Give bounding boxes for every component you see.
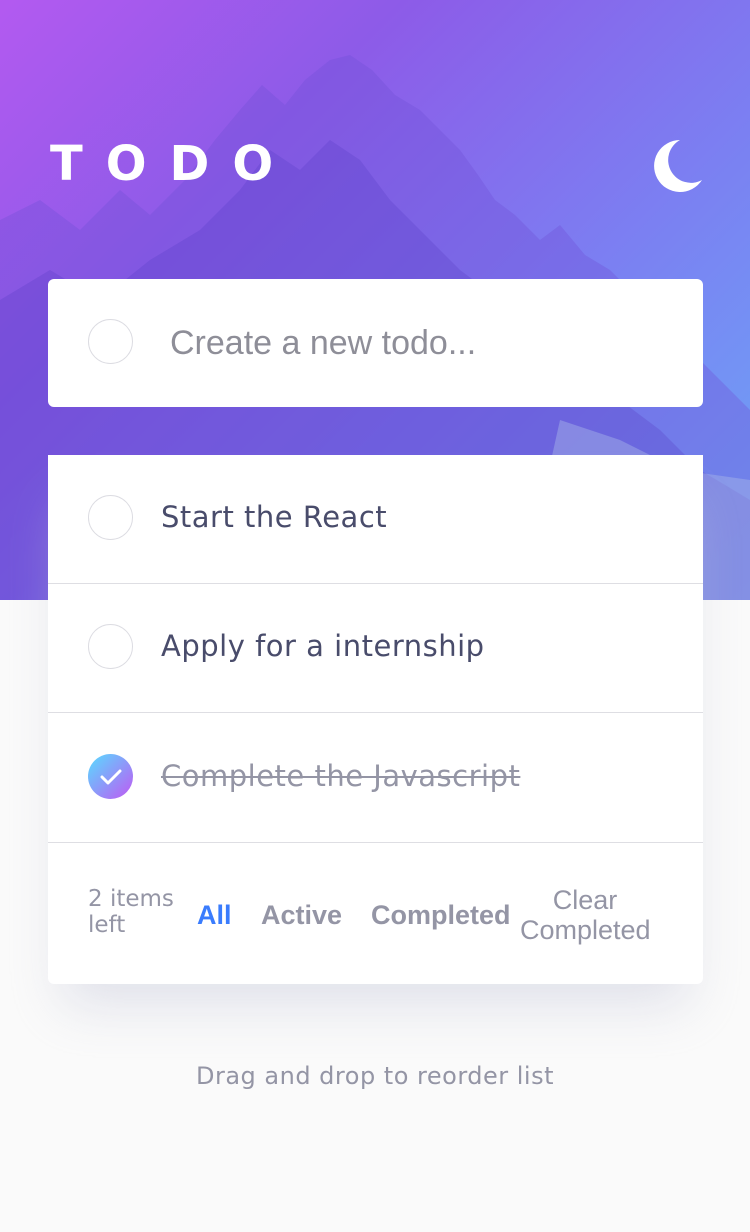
checkmark-icon	[100, 769, 121, 784]
todo-text: Apply for a internship	[161, 629, 485, 663]
new-todo-panel	[48, 279, 703, 407]
app-title: TODO	[50, 136, 297, 192]
moon-icon	[654, 140, 702, 192]
todo-item[interactable]: Complete the Javascript	[48, 714, 703, 843]
todo-item[interactable]: Start the React	[48, 455, 703, 584]
items-left-count: 2 items left	[88, 886, 174, 938]
filter-completed[interactable]: Completed	[371, 900, 511, 930]
clear-completed-button[interactable]: Clear Completed	[520, 885, 651, 945]
new-todo-check-circle[interactable]	[88, 319, 133, 364]
filter-active[interactable]: Active	[261, 900, 342, 930]
filter-all[interactable]: All	[197, 900, 232, 930]
todo-item[interactable]: Apply for a internship	[48, 584, 703, 713]
todo-check-circle-checked[interactable]	[88, 754, 133, 799]
drag-drop-hint: Drag and drop to reorder list	[195, 1062, 555, 1090]
todo-text: Start the React	[161, 500, 388, 534]
todo-list: Start the React Apply for a internship C…	[48, 455, 703, 984]
todo-check-circle[interactable]	[88, 495, 133, 540]
list-footer: 2 items left All Active Completed Clear …	[48, 844, 703, 984]
todo-text-completed: Complete the Javascript	[161, 759, 521, 793]
app-header: TODO	[50, 138, 702, 194]
theme-toggle-button[interactable]	[650, 138, 702, 192]
todo-check-circle[interactable]	[88, 624, 133, 669]
new-todo-input[interactable]	[170, 309, 670, 377]
